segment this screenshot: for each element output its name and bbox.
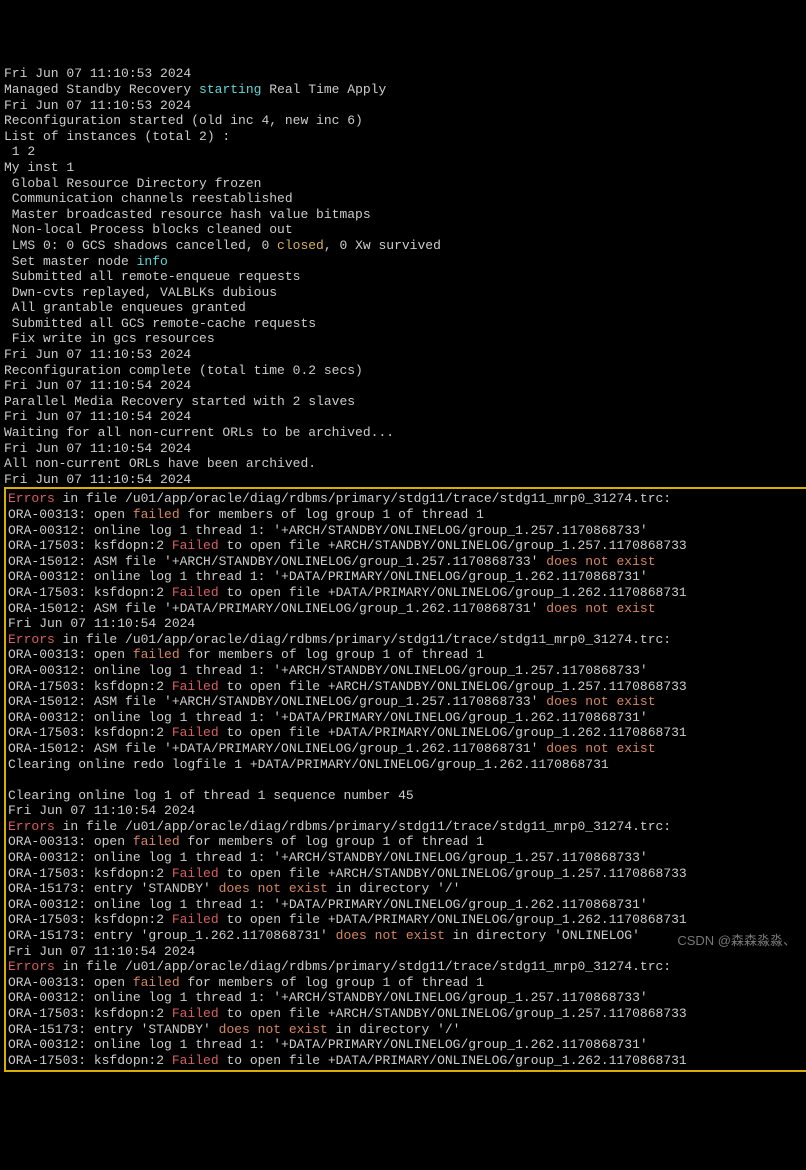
terminal-output: Fri Jun 07 11:10:53 2024 Managed Standby…: [4, 66, 806, 487]
error-highlight-box: Errors in file /u01/app/oracle/diag/rdbm…: [4, 487, 806, 1072]
csdn-watermark: CSDN @森森淼淼、: [677, 933, 796, 949]
